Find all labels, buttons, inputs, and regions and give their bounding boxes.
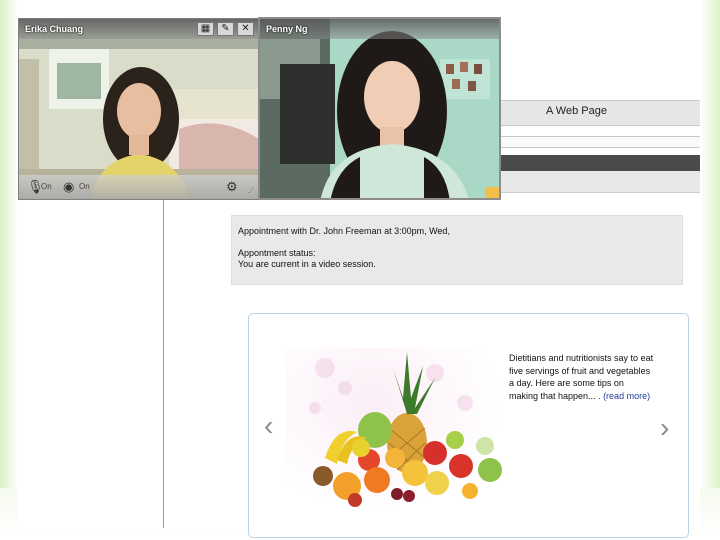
read-more-link[interactable]: (read more) [603,391,650,401]
sidebar-divider [163,193,164,528]
video-window-remote: Penny Ng [258,17,501,200]
appointment-line: Appointment with Dr. John Freeman at 3:0… [238,226,450,236]
fruit-image [285,348,505,510]
appointment-status-label: Appontment status: [238,248,316,258]
participant-name: Erika Chuang [25,24,84,34]
video-window-local: Erika Chuang ▦ ✎ ✕ 🎙 On ◉ On ⚙ ⋰ [18,18,259,200]
appointment-info-box: Appointment with Dr. John Freeman at 3:0… [231,215,683,285]
chevron-left-icon[interactable]: ‹ [264,412,273,440]
video-controls: 🎙 On ◉ On ⚙ ⋰ [19,175,258,199]
carousel-text: Dietitians and nutritionists say to eat … [509,352,654,402]
participant-name: Penny Ng [266,24,308,34]
pin-icon[interactable]: ✎ [217,22,234,36]
mic-status: On [41,182,52,191]
appointment-status-value: You are current in a video session. [238,259,376,269]
chevron-right-icon[interactable]: › [660,414,669,442]
gear-icon[interactable]: ⚙ [226,179,238,195]
layout-grid-icon[interactable]: ▦ [197,22,214,36]
resize-grip-icon[interactable]: ⋰ [248,187,254,194]
page-title: A Web Page [546,105,607,117]
camera-icon[interactable]: ◉ [63,179,74,195]
camera-status: On [79,182,90,191]
close-icon[interactable]: ✕ [237,22,254,36]
